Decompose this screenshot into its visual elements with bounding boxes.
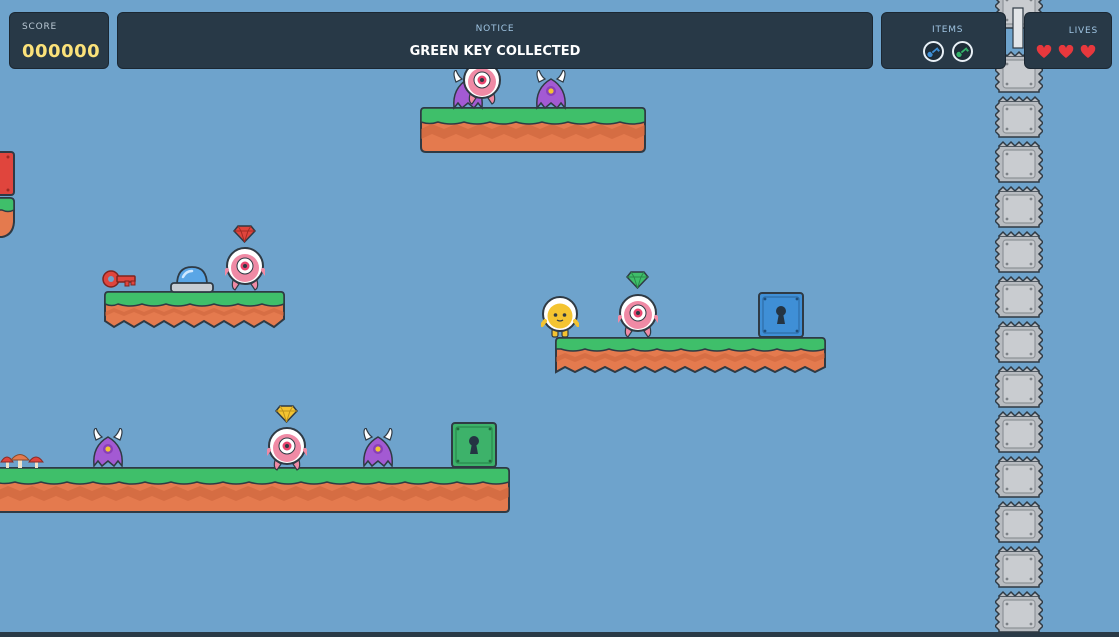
- pink-cyclops-enemy: [225, 247, 265, 291]
- grass-platform-edge: [0, 197, 15, 238]
- lives-label: LIVES: [1068, 26, 1098, 36]
- mushroom-cluster: [0, 454, 44, 468]
- notice-text: GREEN KEY COLLECTED: [409, 44, 581, 59]
- notice-panel: NOTICE GREEN KEY COLLECTED: [117, 12, 873, 69]
- heart-icon: [1058, 45, 1074, 58]
- red-gem-icon[interactable]: [233, 225, 256, 243]
- pink-cyclops-enemy: [267, 427, 307, 471]
- items-panel: ITEMS: [881, 12, 1006, 69]
- pink-cyclops-enemy: [618, 294, 658, 338]
- items-row: [922, 41, 974, 62]
- score-value: 000000: [22, 41, 101, 62]
- green-lock-block[interactable]: [451, 422, 497, 468]
- blue-lock-block[interactable]: [758, 292, 804, 338]
- purple-horned-enemy: [93, 428, 123, 468]
- red-block-edge: [0, 151, 15, 196]
- grass-platform-right: [555, 337, 826, 374]
- blue-key-icon: [922, 41, 945, 62]
- grass-platform-top: [420, 107, 646, 153]
- grass-platform-ground: [0, 467, 510, 513]
- red-key-pickup[interactable]: [101, 266, 137, 292]
- purple-horned-enemy: [536, 70, 566, 110]
- heart-icon: [1080, 45, 1096, 58]
- grass-platform-left: [104, 291, 285, 329]
- hearts-row: [1036, 45, 1096, 59]
- dome-switch[interactable]: [169, 263, 215, 293]
- items-label: ITEMS: [932, 25, 964, 35]
- yellow-gem-icon[interactable]: [275, 405, 298, 423]
- bottom-strip: [0, 632, 1119, 637]
- green-key-icon: [951, 41, 974, 62]
- purple-horned-enemy: [363, 428, 393, 468]
- green-gem-icon[interactable]: [626, 271, 649, 289]
- player-character[interactable]: [541, 295, 579, 339]
- heart-icon: [1036, 45, 1052, 58]
- spiked-metal-column: [995, 0, 1043, 633]
- score-panel: SCORE 000000: [9, 12, 109, 69]
- score-label: SCORE: [22, 22, 58, 32]
- notice-label: NOTICE: [475, 24, 515, 34]
- lives-panel: LIVES: [1024, 12, 1112, 69]
